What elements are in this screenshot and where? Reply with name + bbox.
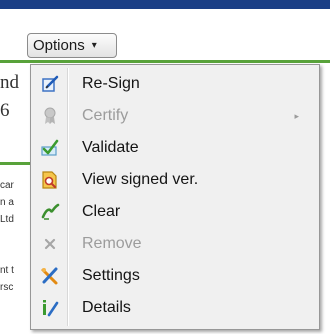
menu-item-label: Certify <box>82 107 129 124</box>
background-text: nt t <box>0 265 14 276</box>
menu-item-remove[interactable]: Remove <box>33 229 317 259</box>
menu-item-clear[interactable]: Clear <box>33 197 317 227</box>
menu-item-certify[interactable]: Certify ▸ <box>33 101 317 131</box>
menu-item-view-signed-version[interactable]: View signed ver. <box>33 165 317 195</box>
view-signed-version-icon <box>33 165 67 195</box>
menu-item-label: Settings <box>82 267 140 284</box>
section-divider <box>0 60 330 63</box>
background-text: 6 <box>0 100 10 121</box>
menu-item-label: Validate <box>82 139 139 156</box>
background-text: rsc <box>0 282 14 293</box>
background-text: nd <box>0 72 19 93</box>
settings-icon <box>33 261 67 291</box>
menu-item-settings[interactable]: Settings <box>33 261 317 291</box>
menu-item-label: Remove <box>82 235 142 252</box>
options-menu: Re-Sign Certify ▸ Validate View signed v… <box>30 64 320 330</box>
background-text: car <box>0 180 14 191</box>
details-icon <box>33 293 67 323</box>
menu-item-re-sign[interactable]: Re-Sign <box>33 69 317 99</box>
re-sign-icon <box>33 69 67 99</box>
options-button-label: Options <box>33 37 85 54</box>
menu-item-label: Details <box>82 299 131 316</box>
validate-icon <box>33 133 67 163</box>
clear-icon <box>33 197 67 227</box>
header-bar <box>0 0 330 9</box>
certify-icon <box>33 101 67 131</box>
menu-item-details[interactable]: Details <box>33 293 317 323</box>
options-dropdown-button[interactable]: Options ▾ <box>27 33 117 58</box>
background-text: n a <box>0 197 14 208</box>
background-text: Ltd <box>0 214 14 225</box>
chevron-right-icon: ▸ <box>294 110 299 121</box>
menu-item-validate[interactable]: Validate <box>33 133 317 163</box>
chevron-down-icon: ▾ <box>91 40 97 51</box>
menu-item-label: View signed ver. <box>82 171 199 188</box>
menu-item-label: Re-Sign <box>82 75 140 92</box>
remove-icon <box>33 229 67 259</box>
menu-item-label: Clear <box>82 203 121 220</box>
